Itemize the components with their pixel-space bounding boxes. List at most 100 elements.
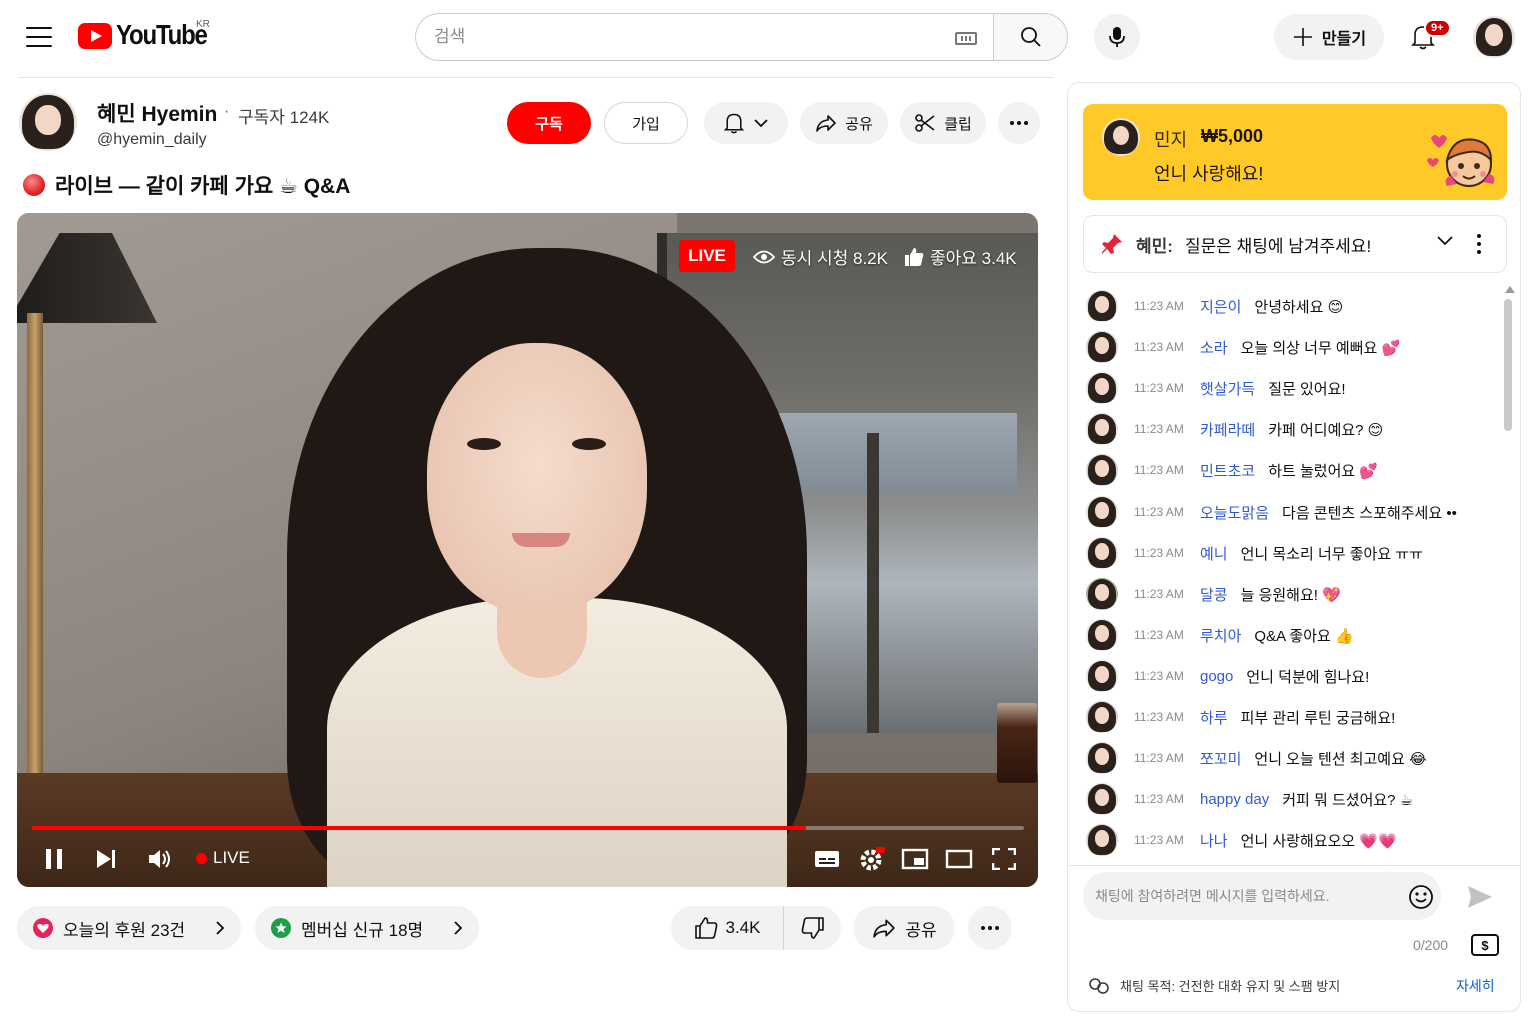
hamburger-menu-icon[interactable] bbox=[22, 22, 56, 52]
notification-settings-button[interactable] bbox=[704, 102, 788, 144]
chat-avatar[interactable] bbox=[1086, 372, 1118, 404]
chat-message[interactable]: 11:23 AM 카페라떼 카페 어디예요? 😊 bbox=[1086, 412, 1383, 446]
miniplayer-button[interactable] bbox=[901, 842, 929, 876]
chat-username[interactable]: 예니 bbox=[1200, 543, 1228, 564]
chat-username[interactable]: happy day bbox=[1200, 791, 1269, 808]
chat-avatar[interactable] bbox=[1086, 496, 1118, 528]
chat-message[interactable]: 11:23 AM 루치아 Q&A 좋아요 👍 bbox=[1086, 618, 1354, 652]
chat-message[interactable]: 11:23 AM gogo 언니 덕분에 힘나요! bbox=[1086, 659, 1369, 693]
like-count: 3.4K bbox=[725, 918, 761, 937]
chat-scrollbar[interactable] bbox=[1504, 299, 1512, 431]
chat-avatar[interactable] bbox=[1086, 619, 1118, 651]
chat-username[interactable]: 햇살가득 bbox=[1200, 378, 1255, 399]
membership-chip[interactable]: 멤버십 신규 18명 bbox=[255, 906, 479, 950]
chat-message[interactable]: 11:23 AM 민트초코 하트 눌렀어요 💕 bbox=[1086, 453, 1378, 487]
chat-avatar[interactable] bbox=[1086, 660, 1118, 692]
chat-message[interactable]: 11:23 AM 예니 언니 목소리 너무 좋아요 ㅠㅠ bbox=[1086, 536, 1423, 570]
chat-username[interactable]: 지은이 bbox=[1200, 296, 1241, 317]
channel-separator: · bbox=[224, 103, 230, 120]
more-actions-button[interactable] bbox=[998, 102, 1040, 144]
send-icon[interactable] bbox=[1466, 884, 1494, 910]
share-button-bottom[interactable]: 공유 bbox=[853, 906, 955, 950]
more-horizontal-icon bbox=[1010, 121, 1028, 125]
chat-messages-list[interactable]: 11:23 AM 지은이 안녕하세요 😊 11:23 AM 소라 오늘 의상 너무 예뻐요… bbox=[1068, 283, 1508, 865]
chat-avatar[interactable] bbox=[1086, 290, 1118, 322]
chat-avatar[interactable] bbox=[1086, 454, 1118, 486]
eye-icon bbox=[753, 250, 775, 263]
clip-button[interactable]: 클립 bbox=[900, 102, 986, 144]
chat-message[interactable]: 11:23 AM happy day 커피 뭐 드셨어요? ☕ bbox=[1086, 782, 1413, 816]
scroll-up-arrow-icon[interactable] bbox=[1505, 286, 1515, 293]
chat-avatar[interactable] bbox=[1086, 537, 1118, 569]
search-input[interactable] bbox=[434, 27, 934, 47]
chat-username[interactable]: 루치아 bbox=[1200, 625, 1241, 646]
subscriber-count: 구독자 124K bbox=[238, 108, 330, 127]
super-chat-card[interactable]: 민지 ₩5,000 언니 사랑해요! bbox=[1083, 104, 1507, 200]
chat-username[interactable]: 소라 bbox=[1200, 337, 1228, 358]
video-player[interactable] bbox=[17, 213, 1038, 887]
chat-avatar[interactable] bbox=[1086, 824, 1118, 856]
chat-avatar[interactable] bbox=[1086, 783, 1118, 815]
channel-avatar[interactable] bbox=[19, 93, 77, 151]
settings-button[interactable] bbox=[858, 842, 886, 876]
chat-username[interactable]: 쪼꼬미 bbox=[1200, 748, 1241, 769]
more-vertical-icon[interactable] bbox=[1476, 233, 1482, 255]
chat-message[interactable]: 11:23 AM 달콩 늘 응원해요! 💖 bbox=[1086, 577, 1341, 611]
subscribe-button[interactable]: 구독 bbox=[507, 102, 591, 144]
theater-mode-button[interactable] bbox=[944, 842, 974, 876]
chat-username[interactable]: 하루 bbox=[1200, 707, 1228, 728]
create-button[interactable]: 만들기 bbox=[1274, 14, 1384, 60]
logo-region: KR bbox=[196, 19, 210, 30]
dollar-icon: $ bbox=[1481, 937, 1489, 953]
chat-avatar[interactable] bbox=[1086, 742, 1118, 774]
youtube-logo[interactable]: YouTube KR bbox=[78, 19, 210, 51]
chat-message[interactable]: 11:23 AM 소라 오늘 의상 너무 예뻐요 💕 bbox=[1086, 330, 1400, 364]
account-avatar[interactable] bbox=[1473, 16, 1515, 58]
video-progress-bar[interactable] bbox=[32, 826, 1024, 830]
next-button[interactable] bbox=[92, 842, 120, 876]
plus-icon bbox=[1293, 28, 1312, 46]
support-chip[interactable]: 오늘의 후원 23건 bbox=[17, 906, 241, 950]
chat-avatar[interactable] bbox=[1086, 331, 1118, 363]
chat-username[interactable]: 민트초코 bbox=[1200, 460, 1255, 481]
join-button[interactable]: 가입 bbox=[604, 102, 688, 144]
chat-message[interactable]: 11:23 AM 쪼꼬미 언니 오늘 텐션 최고예요 😂 bbox=[1086, 741, 1427, 775]
player-live-indicator[interactable]: LIVE bbox=[196, 848, 250, 868]
dislike-button[interactable] bbox=[784, 906, 841, 950]
chat-message[interactable]: 11:23 AM 햇살가득 질문 있어요! bbox=[1086, 371, 1346, 405]
like-button[interactable]: 3.4K bbox=[671, 906, 784, 950]
pinned-message[interactable]: 혜민: 질문은 채팅에 남겨주세요! bbox=[1083, 215, 1507, 273]
chat-username[interactable]: gogo bbox=[1200, 668, 1233, 685]
pause-button[interactable] bbox=[40, 842, 68, 876]
volume-button[interactable] bbox=[146, 842, 176, 876]
more-actions-button-bottom[interactable] bbox=[968, 906, 1012, 950]
chat-username[interactable]: 오늘도맑음 bbox=[1200, 502, 1269, 523]
chat-avatar[interactable] bbox=[1086, 413, 1118, 445]
chat-username[interactable]: 나나 bbox=[1200, 830, 1228, 851]
chat-avatar[interactable] bbox=[1086, 578, 1118, 610]
share-icon bbox=[816, 115, 836, 132]
fullscreen-button[interactable] bbox=[990, 842, 1018, 876]
chat-message[interactable]: 11:23 AM 지은이 안녕하세요 😊 bbox=[1086, 289, 1343, 323]
chat-message[interactable]: 11:23 AM 하루 피부 관리 루틴 궁금해요! bbox=[1086, 700, 1395, 734]
chevron-down-icon[interactable] bbox=[1436, 235, 1454, 247]
subtitles-button[interactable] bbox=[813, 842, 841, 876]
chat-message[interactable]: 11:23 AM 나나 언니 사랑해요오오 💗💗 bbox=[1086, 823, 1397, 857]
chat-username[interactable]: 카페라떼 bbox=[1200, 419, 1255, 440]
voice-search-button[interactable] bbox=[1094, 14, 1140, 60]
channel-name[interactable]: 혜민 Hyemin bbox=[97, 98, 217, 128]
emoji-icon[interactable] bbox=[1408, 884, 1434, 910]
chat-avatar[interactable] bbox=[1086, 701, 1118, 733]
channel-handle[interactable]: @hyemin_daily bbox=[97, 131, 207, 149]
learn-more-link[interactable]: 자세히 bbox=[1456, 976, 1495, 996]
keyboard-icon[interactable] bbox=[955, 32, 977, 45]
super-chat-button[interactable]: $ bbox=[1471, 934, 1499, 956]
chat-message-input[interactable] bbox=[1095, 888, 1395, 904]
chat-username[interactable]: 달콩 bbox=[1200, 584, 1228, 605]
likes-overlay-text: 좋아요 3.4K bbox=[930, 249, 1017, 268]
header-divider bbox=[18, 77, 1054, 78]
share-button[interactable]: 공유 bbox=[800, 102, 888, 144]
search-button[interactable] bbox=[993, 13, 1068, 61]
live-badge: LIVE bbox=[679, 240, 735, 272]
chat-message[interactable]: 11:23 AM 오늘도맑음 다음 콘텐츠 스포해주세요 •• bbox=[1086, 495, 1457, 529]
